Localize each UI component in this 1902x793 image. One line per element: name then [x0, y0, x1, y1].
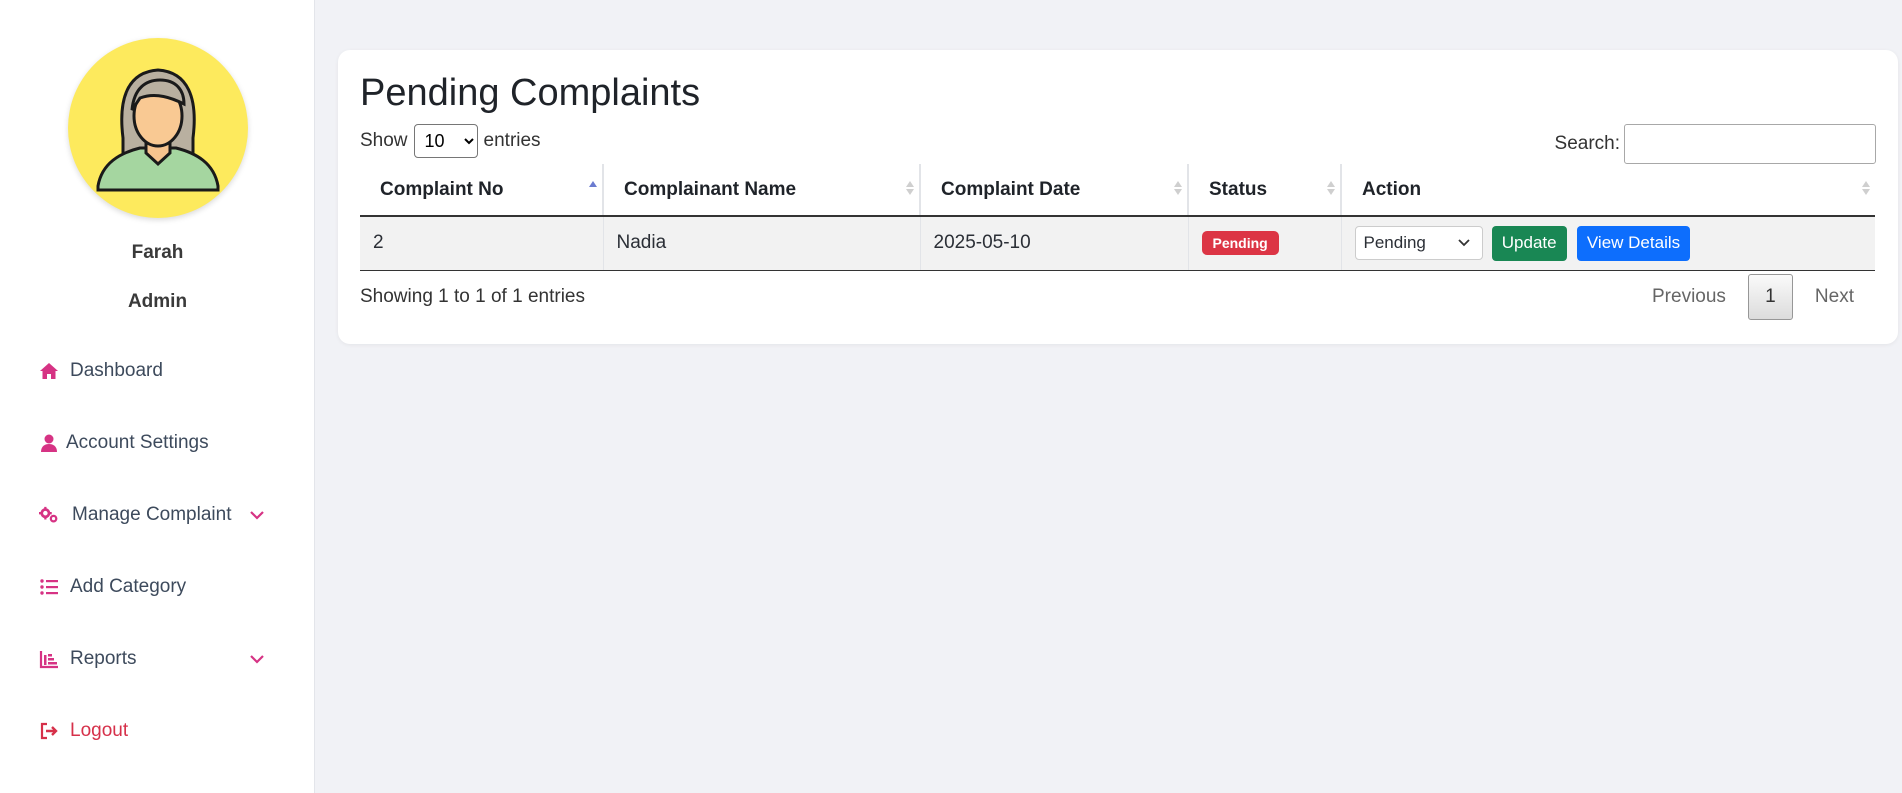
- nav-label-logout: Logout: [70, 720, 129, 741]
- sort-icon: [906, 181, 914, 195]
- nav-item-dashboard[interactable]: Dashboard: [38, 356, 163, 386]
- column-header-label: Complainant Name: [624, 178, 797, 200]
- search-control: Search:: [1555, 124, 1876, 164]
- status-badge: Pending: [1201, 231, 1279, 256]
- home-icon: [38, 360, 60, 382]
- nav-item-manage-complaint[interactable]: Manage Complaint: [38, 500, 278, 530]
- sort-icon: [1327, 181, 1335, 195]
- column-header-label: Complaint Date: [941, 178, 1081, 200]
- woman-avatar-icon: [96, 68, 220, 192]
- status-select-value: Pending: [1363, 233, 1426, 253]
- nav-label-dashboard: Dashboard: [70, 360, 163, 381]
- sort-ascending-icon: [589, 181, 597, 187]
- nav-label-account-settings: Account Settings: [66, 432, 209, 453]
- column-header-complaint-no[interactable]: Complaint No: [360, 164, 604, 217]
- cell-status: Pending: [1188, 216, 1342, 271]
- logout-icon: [38, 720, 60, 742]
- column-header-label: Status: [1209, 178, 1268, 200]
- view-details-button[interactable]: View Details: [1576, 225, 1691, 261]
- chevron-down-icon: [1457, 239, 1470, 247]
- column-header-action[interactable]: Action: [1341, 164, 1875, 217]
- column-header-complainant-name[interactable]: Complainant Name: [603, 164, 921, 217]
- cell-complainant-name: Nadia: [603, 216, 921, 271]
- user-role: Admin: [127, 291, 188, 312]
- column-header-label: Action: [1362, 178, 1422, 200]
- column-header-label: Complaint No: [380, 178, 504, 200]
- sidebar: Farah Admin Dashboard Account Settings M…: [0, 0, 315, 793]
- gears-icon: [38, 504, 60, 526]
- next-page-button[interactable]: Next: [1793, 286, 1876, 308]
- nav-item-account-settings[interactable]: Account Settings: [38, 428, 209, 458]
- nav-item-reports[interactable]: Reports: [38, 644, 278, 674]
- table-row: 2 Nadia 2025-05-10 Pending Pending Updat…: [360, 216, 1875, 271]
- pagination: Previous 1 Next: [1630, 274, 1876, 320]
- nav-item-logout[interactable]: Logout: [38, 716, 128, 746]
- sort-icon: [1174, 181, 1182, 195]
- nav-label-add-category: Add Category: [70, 576, 187, 597]
- search-label: Search:: [1554, 133, 1620, 154]
- user-icon: [38, 432, 60, 454]
- status-select[interactable]: Pending: [1354, 226, 1483, 261]
- column-header-complaint-date[interactable]: Complaint Date: [920, 164, 1189, 217]
- nav-item-add-category[interactable]: Add Category: [38, 572, 186, 602]
- search-input[interactable]: [1624, 124, 1876, 164]
- table-info: Showing 1 to 1 of 1 entries: [360, 286, 585, 307]
- chevron-down-icon[interactable]: [246, 504, 268, 526]
- entries-label: entries: [483, 130, 541, 151]
- cell-action: Pending Update View Details: [1341, 216, 1875, 271]
- chevron-down-icon[interactable]: [246, 648, 268, 670]
- bar-chart-icon: [38, 648, 60, 670]
- page-title: Pending Complaints: [360, 72, 701, 114]
- show-entries-control: Show 10 entries: [360, 124, 541, 158]
- column-header-status[interactable]: Status: [1188, 164, 1342, 217]
- show-label: Show: [360, 130, 408, 151]
- complaints-table: Complaint No Complainant Name Complaint …: [360, 164, 1875, 271]
- previous-page-button[interactable]: Previous: [1630, 286, 1748, 308]
- user-name: Farah: [131, 242, 184, 263]
- user-avatar: [68, 38, 248, 218]
- complaints-card: Pending Complaints Show 10 entries Searc…: [338, 50, 1898, 344]
- entries-select[interactable]: 10: [413, 124, 478, 158]
- nav-label-manage-complaint: Manage Complaint: [72, 504, 232, 525]
- update-button[interactable]: Update: [1491, 225, 1567, 261]
- sort-icon: [1862, 181, 1870, 195]
- table-header-row: Complaint No Complainant Name Complaint …: [360, 164, 1875, 217]
- cell-complaint-date: 2025-05-10: [920, 216, 1189, 271]
- nav-label-reports: Reports: [70, 648, 137, 669]
- page-button-current[interactable]: 1: [1747, 274, 1793, 320]
- list-icon: [38, 576, 60, 598]
- cell-complaint-no: 2: [360, 216, 604, 271]
